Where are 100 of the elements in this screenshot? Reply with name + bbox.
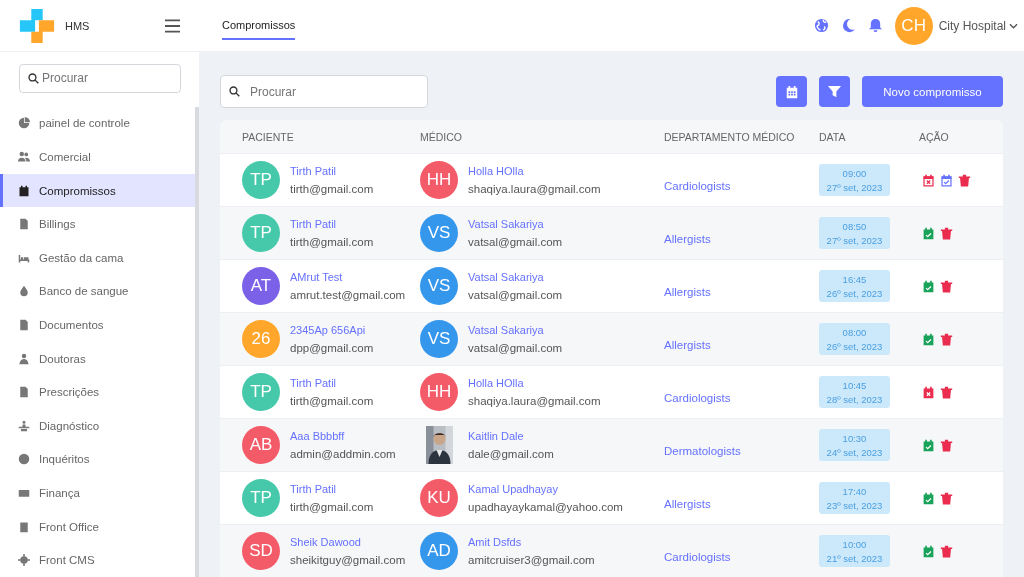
department-link[interactable]: Allergists: [664, 339, 711, 351]
menu-icon[interactable]: [165, 18, 180, 33]
patient-avatar: TP: [242, 214, 280, 252]
doctor-avatar: VS: [420, 267, 458, 305]
calendar-icon: [18, 184, 30, 197]
sidebar-item[interactable]: Documentos: [0, 308, 199, 342]
column-header: MÉDICO: [420, 130, 463, 143]
appointment-time: 16:45: [842, 273, 867, 285]
sidebar-item[interactable]: painel de controle: [0, 106, 199, 141]
sidebar-item[interactable]: Comercial: [0, 140, 199, 174]
patient-avatar: AT: [242, 267, 280, 305]
calendar-check-icon[interactable]: [922, 491, 935, 505]
doctor-avatar: VS: [420, 214, 458, 252]
doctor-email: vatsal@gmail.com: [468, 236, 563, 248]
search-field[interactable]: Procurar: [220, 75, 428, 108]
new-appointment-button[interactable]: Novo compromisso: [862, 76, 1003, 107]
trash-icon[interactable]: [940, 332, 953, 346]
calendar-x-icon[interactable]: [922, 385, 935, 399]
moon-icon[interactable]: [840, 18, 856, 33]
doctor-email: upadhayaykamal@yahoo.com: [468, 501, 623, 513]
sidebar-search-field[interactable]: Procurar: [19, 64, 181, 93]
appointment-date: 28º set, 2023: [826, 393, 883, 405]
users-icon: [18, 151, 30, 164]
patient-name[interactable]: Sheik Dawood: [290, 536, 406, 548]
patient-name[interactable]: Tirth Patil: [290, 483, 374, 495]
doctor-email: dale@gmail.com: [468, 448, 554, 460]
patient-name[interactable]: Tirth Patil: [290, 377, 374, 389]
doctor-name[interactable]: Kamal Upadhayay: [468, 483, 623, 495]
sidebar-item[interactable]: Billings: [0, 207, 199, 242]
calendar-button[interactable]: [776, 76, 807, 107]
sidebar-item[interactable]: Finança: [0, 476, 199, 510]
department-link[interactable]: Dermatologists: [664, 445, 741, 457]
trash-icon[interactable]: [940, 544, 953, 558]
patient-email: amrut.test@gmail.com: [290, 289, 406, 301]
department-link[interactable]: Allergists: [664, 233, 711, 245]
sidebar-item[interactable]: Doutoras: [0, 341, 199, 376]
calendar-check-icon[interactable]: [922, 226, 935, 240]
header-tab[interactable]: Compromissos: [222, 11, 296, 40]
appointment-date: 24º set, 2023: [826, 446, 883, 458]
patient-email: dpp@gmail.com: [290, 342, 374, 354]
doctor-name[interactable]: Vatsal Sakariya: [468, 271, 563, 283]
logo-icon: [18, 6, 56, 45]
patient-name[interactable]: AMrut Test: [290, 271, 406, 283]
bell-icon[interactable]: [867, 18, 883, 33]
trash-icon[interactable]: [940, 438, 953, 452]
department-link[interactable]: Cardiologists: [664, 392, 731, 404]
calendar-check-icon[interactable]: [922, 332, 935, 346]
sidebar-item[interactable]: Banco de sangue: [0, 274, 199, 309]
patient-name[interactable]: Tirth Patil: [290, 218, 374, 230]
sidebar-item[interactable]: Gestão da cama: [0, 241, 199, 275]
user-menu[interactable]: City Hospital: [938, 18, 1006, 33]
doctor-name[interactable]: Vatsal Sakariya: [468, 218, 563, 230]
doctor-email: vatsal@gmail.com: [468, 289, 563, 301]
sidebar-item[interactable]: Inquéritos: [0, 442, 199, 477]
appointment-time: 10:00: [842, 538, 867, 550]
calendar-check-icon[interactable]: [922, 544, 935, 558]
patient-email: admin@addmin.com: [290, 448, 396, 460]
doctor-email: shaqiya.laura@gmail.com: [468, 395, 601, 407]
department-link[interactable]: Cardiologists: [664, 551, 731, 563]
calendar-x-icon[interactable]: [922, 173, 935, 187]
patient-avatar: TP: [242, 479, 280, 517]
calendar-check-icon[interactable]: [922, 279, 935, 293]
patient-email: tirth@gmail.com: [290, 183, 374, 195]
patient-name[interactable]: 2345Ap 656Api: [290, 324, 374, 336]
department-link[interactable]: Allergists: [664, 498, 711, 510]
doctor-name[interactable]: Amit Dsfds: [468, 536, 595, 548]
sidebar-item[interactable]: Front Office: [0, 509, 199, 544]
sidebar-item[interactable]: Prescrições: [0, 375, 199, 410]
doctor-avatar: AD: [420, 532, 458, 570]
trash-icon[interactable]: [940, 385, 953, 399]
search-icon: [229, 86, 240, 97]
doctor-name[interactable]: Vatsal Sakariya: [468, 324, 563, 336]
calendar-check-icon[interactable]: [940, 173, 953, 187]
document-icon: [18, 218, 30, 231]
filter-button[interactable]: [819, 76, 850, 107]
calendar-check-icon[interactable]: [922, 438, 935, 452]
appointment-date: 27º set, 2023: [826, 234, 883, 246]
sidebar-item[interactable]: Front CMS: [0, 543, 199, 577]
appointment-time: 08:50: [842, 220, 867, 232]
sidebar-item[interactable]: Diagnóstico: [0, 409, 199, 443]
doctor-email: amitcruiser3@gmail.com: [468, 554, 595, 566]
document-icon: [18, 319, 30, 332]
doctor-avatar: VS: [420, 320, 458, 358]
doctor-avatar: HH: [420, 161, 458, 199]
doctor-name[interactable]: Holla HOlla: [468, 165, 601, 177]
patient-avatar: SD: [242, 532, 280, 570]
patient-name[interactable]: Aaa Bbbbff: [290, 430, 396, 442]
trash-icon[interactable]: [940, 226, 953, 240]
patient-name[interactable]: Tirth Patil: [290, 165, 374, 177]
globe-icon[interactable]: [813, 18, 829, 33]
patient-avatar: TP: [242, 161, 280, 199]
trash-icon[interactable]: [940, 279, 953, 293]
trash-icon[interactable]: [958, 173, 971, 187]
department-link[interactable]: Allergists: [664, 286, 711, 298]
trash-icon[interactable]: [940, 491, 953, 505]
doctor-name[interactable]: Holla HOlla: [468, 377, 601, 389]
appointment-date: 27º set, 2023: [826, 181, 883, 193]
department-link[interactable]: Cardiologists: [664, 180, 731, 192]
chevron-down-icon[interactable]: [1009, 22, 1018, 29]
doctor-name[interactable]: Kaitlin Dale: [468, 430, 554, 442]
